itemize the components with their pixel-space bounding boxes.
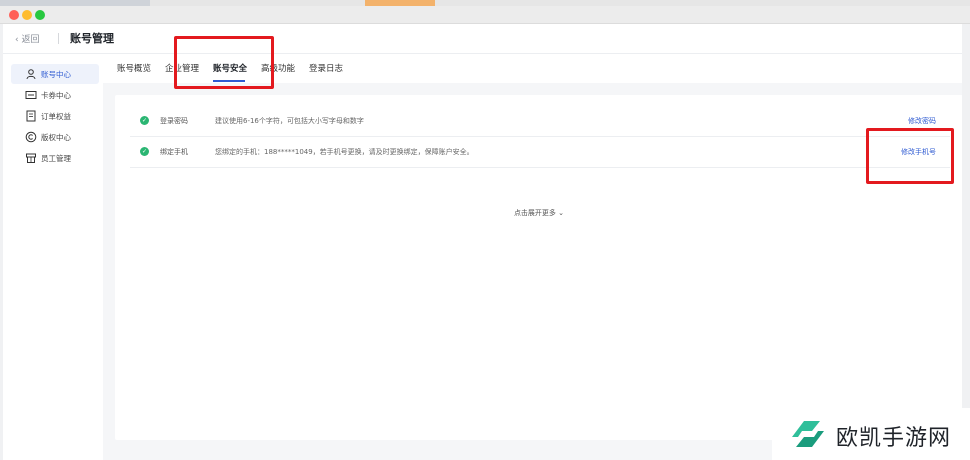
watermark-text: 欧凯手游网 — [836, 426, 952, 451]
password-row: ✓ 登录密码 建议使用6-16个字符，可包括大小写字母和数字 修改密码 — [130, 107, 950, 137]
card-icon — [25, 89, 37, 101]
window-edge — [962, 24, 970, 460]
tab-account-overview[interactable]: 账号概览 — [117, 62, 151, 74]
check-icon: ✓ — [140, 116, 149, 125]
security-card: ✓ 登录密码 建议使用6-16个字符，可包括大小写字母和数字 修改密码 ✓ 绑定… — [115, 95, 963, 440]
expand-more-label: 点击展开更多 — [513, 209, 556, 217]
password-description: 建议使用6-16个字符，可包括大小写字母和数字 — [215, 117, 364, 125]
highlight-box-change-phone — [866, 128, 954, 184]
expand-more-button[interactable]: 点击展开更多 ⌄ — [115, 208, 963, 218]
sidebar: 账号中心 卡券中心 订单权益 版权中心 员工管理 — [3, 55, 103, 460]
change-password-link[interactable]: 修改密码 — [908, 116, 936, 126]
back-label: 返回 — [21, 35, 40, 45]
chevron-down-icon: ⌄ — [558, 209, 565, 217]
sidebar-item-staff-management[interactable]: 员工管理 — [11, 148, 99, 168]
sidebar-item-copyright-center[interactable]: 版权中心 — [11, 127, 99, 147]
app-window: ‹ 返回 账号管理 账号中心 卡券中心 订单权益 版权中心 员工管理 账号概览 … — [3, 24, 967, 460]
back-button[interactable]: ‹ 返回 — [15, 32, 39, 45]
phone-row: ✓ 绑定手机 您绑定的手机：188*****1049，若手机号更换，请及时更换绑… — [130, 138, 950, 168]
order-icon — [25, 110, 37, 122]
phone-description: 您绑定的手机：188*****1049，若手机号更换，请及时更换绑定，保障账户安… — [215, 148, 474, 156]
watermark: 欧凯手游网 — [772, 408, 970, 460]
main-content: 账号概览 企业管理 账号安全 高级功能 登录日志 ✓ 登录密码 建议使用6-16… — [103, 55, 967, 460]
phone-label: 绑定手机 — [160, 148, 188, 156]
page-title: 账号管理 — [70, 32, 114, 45]
close-window-button[interactable] — [9, 10, 19, 20]
window-titlebar — [0, 6, 970, 24]
sidebar-item-label: 卡券中心 — [41, 91, 71, 100]
watermark-logo-icon — [792, 421, 824, 447]
copyright-icon — [25, 131, 37, 143]
minimize-window-button[interactable] — [22, 10, 32, 20]
sidebar-item-account-center[interactable]: 账号中心 — [11, 64, 99, 84]
maximize-window-button[interactable] — [35, 10, 45, 20]
tab-login-log[interactable]: 登录日志 — [309, 62, 343, 74]
user-icon — [25, 68, 37, 80]
sidebar-item-label: 版权中心 — [41, 133, 71, 142]
staff-icon — [25, 152, 37, 164]
sidebar-item-label: 员工管理 — [41, 154, 71, 163]
sidebar-item-label: 订单权益 — [41, 112, 71, 121]
page-header: ‹ 返回 账号管理 — [3, 24, 967, 54]
sidebar-item-label: 账号中心 — [41, 70, 71, 79]
password-label: 登录密码 — [160, 117, 188, 125]
sidebar-item-card-center[interactable]: 卡券中心 — [11, 85, 99, 105]
highlight-box-security-tab — [174, 36, 274, 89]
check-icon: ✓ — [140, 147, 149, 156]
sidebar-item-order-benefits[interactable]: 订单权益 — [11, 106, 99, 126]
header-divider — [58, 33, 59, 44]
